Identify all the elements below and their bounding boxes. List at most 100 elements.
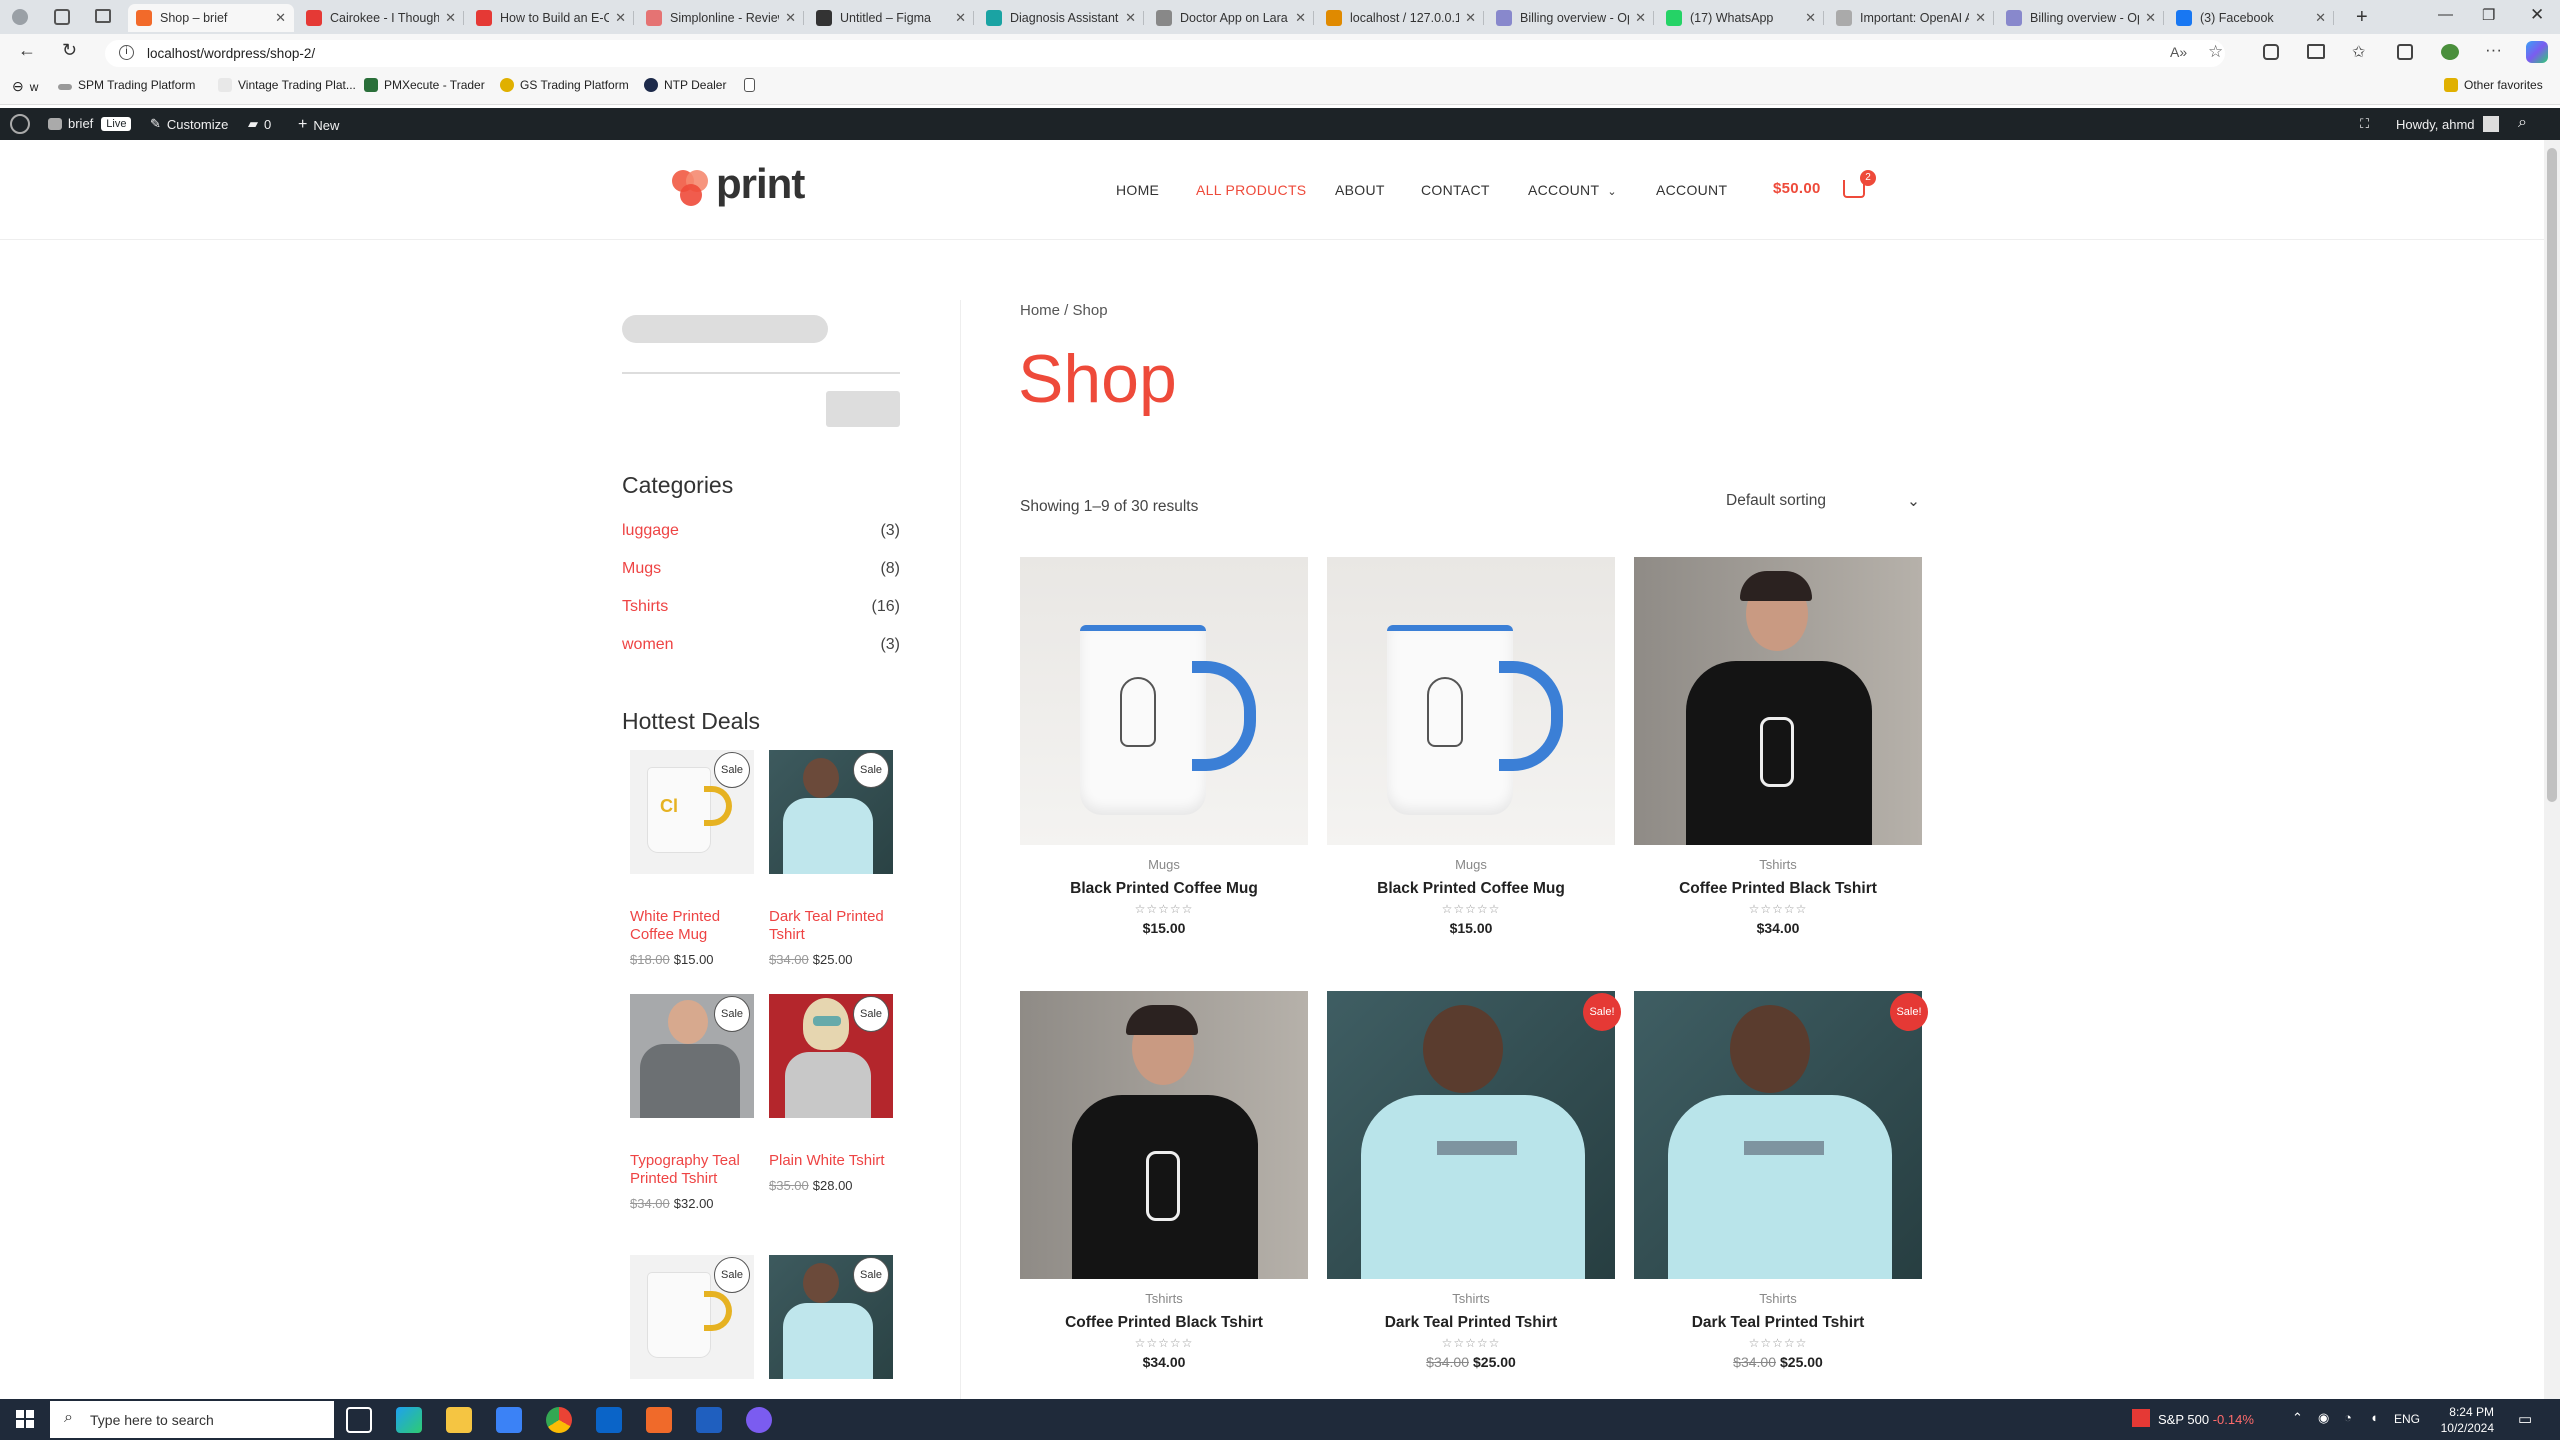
notifications-icon[interactable]: ▭ bbox=[2518, 1410, 2532, 1428]
workspaces-icon[interactable] bbox=[54, 9, 70, 25]
product-image[interactable] bbox=[1020, 557, 1308, 845]
logo-text[interactable]: print bbox=[716, 160, 805, 208]
settings-more-icon[interactable]: ··· bbox=[2485, 40, 2502, 60]
bookmark-gs[interactable]: GS Trading Platform bbox=[500, 78, 629, 92]
tab-close-icon[interactable]: ✕ bbox=[2315, 10, 2326, 26]
scrollbar-thumb[interactable] bbox=[2547, 148, 2557, 802]
network-icon[interactable]: ◉ bbox=[2318, 1410, 2329, 1426]
tab-close-icon[interactable]: ✕ bbox=[955, 10, 966, 26]
product-category[interactable]: Mugs bbox=[1020, 857, 1308, 872]
chevron-up-icon[interactable]: ⌃ bbox=[2292, 1410, 2303, 1426]
url-input[interactable]: i localhost/wordpress/shop-2/ bbox=[105, 40, 2225, 67]
outlook-icon[interactable] bbox=[596, 1407, 622, 1433]
deal-name[interactable]: White Printed Coffee Mug bbox=[630, 908, 754, 944]
teams-icon[interactable] bbox=[746, 1407, 772, 1433]
product-category[interactable]: Tshirts bbox=[1020, 1291, 1308, 1306]
store-icon[interactable] bbox=[496, 1407, 522, 1433]
wp-site-link[interactable]: brief Live bbox=[48, 116, 132, 131]
product-image[interactable] bbox=[1327, 557, 1615, 845]
deal-item[interactable]: Sale Dark Teal Printed Tshirt $34.00 $25.… bbox=[769, 750, 893, 967]
tab-close-icon[interactable]: ✕ bbox=[1805, 10, 1816, 26]
deal-item[interactable]: Sale bbox=[630, 1255, 754, 1379]
clock[interactable]: 8:24 PM 10/2/2024 bbox=[2434, 1404, 2494, 1436]
sublime-icon[interactable] bbox=[646, 1407, 672, 1433]
browser-tab[interactable]: How to Build an E-C ✕ bbox=[468, 4, 634, 32]
product-card[interactable]: Tshirts Coffee Printed Black Tshirt ☆☆☆☆… bbox=[1634, 557, 1922, 936]
profile-icon[interactable] bbox=[12, 9, 28, 25]
product-card[interactable]: Mugs Black Printed Coffee Mug ☆☆☆☆☆ $15.… bbox=[1020, 557, 1308, 936]
file-explorer-icon[interactable] bbox=[446, 1407, 472, 1433]
bookmark-vintage[interactable]: Vintage Trading Plat... bbox=[218, 78, 356, 92]
wp-new[interactable]: + New bbox=[298, 116, 339, 134]
extensions-icon[interactable] bbox=[2263, 44, 2279, 60]
browser-tab[interactable]: (17) WhatsApp ✕ bbox=[1658, 4, 1824, 32]
tab-close-icon[interactable]: ✕ bbox=[2145, 10, 2156, 26]
close-window-icon[interactable]: ✕ bbox=[2530, 5, 2544, 25]
app-icon[interactable] bbox=[696, 1407, 722, 1433]
nav-account-dropdown[interactable]: ACCOUNT ⌄ bbox=[1528, 182, 1617, 198]
browser-tab[interactable]: Important: OpenAI A ✕ bbox=[1828, 4, 1994, 32]
stock-ticker[interactable]: S&P 500 -0.14% bbox=[2158, 1412, 2254, 1427]
restore-icon[interactable]: ❐ bbox=[2482, 6, 2495, 24]
product-name[interactable]: Coffee Printed Black Tshirt bbox=[1020, 1314, 1308, 1332]
volume-icon[interactable]: ◖ bbox=[2370, 1410, 2378, 1425]
bookmark-w[interactable]: ⊖ w bbox=[12, 78, 38, 95]
tab-close-icon[interactable]: ✕ bbox=[1635, 10, 1646, 26]
tab-close-icon[interactable]: ✕ bbox=[1465, 10, 1476, 26]
product-name[interactable]: Dark Teal Printed Tshirt bbox=[1327, 1314, 1615, 1332]
search-input[interactable] bbox=[622, 315, 828, 343]
copilot-icon[interactable] bbox=[2526, 41, 2548, 63]
browser-tab[interactable]: Billing overview - Op ✕ bbox=[1488, 4, 1654, 32]
browser-tab[interactable]: Doctor App on Lara ✕ bbox=[1148, 4, 1314, 32]
category-women[interactable]: women (3) bbox=[622, 636, 900, 654]
tab-close-icon[interactable]: ✕ bbox=[1125, 10, 1136, 26]
deal-item[interactable]: Sale Plain White Tshirt $35.00 $28.00 bbox=[769, 994, 893, 1193]
nav-home[interactable]: HOME bbox=[1116, 182, 1159, 198]
browser-tab[interactable]: Simplonline - Review ✕ bbox=[638, 4, 804, 32]
back-icon[interactable]: ← bbox=[18, 40, 36, 61]
logo[interactable] bbox=[672, 168, 714, 210]
product-category[interactable]: Tshirts bbox=[1634, 1291, 1922, 1306]
cart-total[interactable]: $50.00 bbox=[1773, 180, 1821, 197]
language-indicator[interactable]: ENG bbox=[2394, 1412, 2420, 1426]
product-card[interactable]: Sale! Tshirts Dark Teal Printed Tshirt ☆… bbox=[1634, 991, 1928, 1370]
deal-name[interactable]: Plain White Tshirt bbox=[769, 1152, 893, 1170]
product-category[interactable]: Tshirts bbox=[1634, 857, 1922, 872]
tab-close-icon[interactable]: ✕ bbox=[275, 10, 286, 26]
product-card[interactable]: Mugs Black Printed Coffee Mug ☆☆☆☆☆ $15.… bbox=[1327, 557, 1615, 936]
tab-close-icon[interactable]: ✕ bbox=[1975, 10, 1986, 26]
task-view-icon[interactable] bbox=[346, 1407, 372, 1433]
product-image[interactable] bbox=[1020, 991, 1308, 1279]
category-mugs[interactable]: Mugs (8) bbox=[622, 560, 900, 578]
deal-item[interactable]: Cl Sale White Printed Coffee Mug $18.00 $… bbox=[630, 750, 754, 967]
browser-tab[interactable]: (3) Facebook ✕ bbox=[2168, 4, 2334, 32]
wp-comments[interactable]: ▰ 0 bbox=[248, 116, 271, 132]
product-image[interactable] bbox=[1634, 991, 1922, 1279]
wp-search-icon[interactable]: ⌕ bbox=[2518, 114, 2527, 132]
tab-actions-icon[interactable] bbox=[95, 9, 111, 23]
split-screen-icon[interactable] bbox=[2307, 44, 2325, 59]
bookmark-ntp[interactable]: NTP Dealer bbox=[644, 78, 726, 92]
wp-howdy[interactable]: Howdy, ahmd bbox=[2396, 116, 2499, 132]
chrome-icon[interactable] bbox=[546, 1407, 572, 1433]
product-name[interactable]: Dark Teal Printed Tshirt bbox=[1634, 1314, 1922, 1332]
site-info-icon[interactable]: i bbox=[119, 45, 134, 60]
sorting-select[interactable]: Default sorting ⌄ bbox=[1726, 492, 1920, 511]
product-name[interactable]: Coffee Printed Black Tshirt bbox=[1634, 880, 1922, 898]
edge-icon[interactable] bbox=[396, 1407, 422, 1433]
product-category[interactable]: Tshirts bbox=[1327, 1291, 1615, 1306]
product-image[interactable] bbox=[1634, 557, 1922, 845]
product-name[interactable]: Black Printed Coffee Mug bbox=[1020, 880, 1308, 898]
document-icon[interactable] bbox=[744, 78, 761, 92]
browser-tab[interactable]: Untitled – Figma ✕ bbox=[808, 4, 974, 32]
wifi-icon[interactable]: ◔ bbox=[2344, 1410, 2352, 1425]
deal-item[interactable]: Sale Typography Teal Printed Tshirt $34.… bbox=[630, 994, 754, 1211]
wordpress-icon[interactable] bbox=[10, 114, 30, 134]
breadcrumb-home[interactable]: Home bbox=[1020, 302, 1060, 319]
minimize-icon[interactable]: — bbox=[2438, 6, 2453, 23]
deal-item[interactable]: Sale bbox=[769, 1255, 893, 1379]
browser-tab[interactable]: Cairokee - I Thought ✕ bbox=[298, 4, 464, 32]
collections-icon[interactable] bbox=[2397, 44, 2413, 60]
bookmark-spm[interactable]: SPM Trading Platform bbox=[58, 78, 195, 92]
product-card[interactable]: Sale! Tshirts Dark Teal Printed Tshirt ☆… bbox=[1327, 991, 1621, 1370]
